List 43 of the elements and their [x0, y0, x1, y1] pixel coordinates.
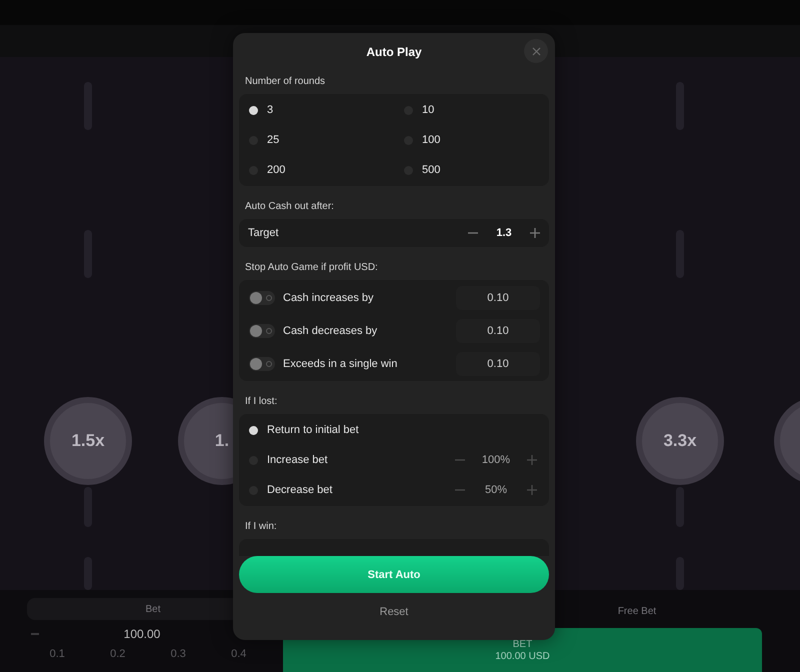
target-value[interactable]: 1.3 [492, 227, 516, 239]
amount-field[interactable]: 0.10 [456, 318, 540, 342]
toggle-switch[interactable] [249, 290, 275, 304]
section-label: Number of rounds [244, 75, 326, 89]
multiplier-label: 1. [214, 431, 230, 451]
percent-value[interactable]: 100% [479, 454, 513, 466]
rounds-option[interactable]: 200 [239, 155, 394, 185]
section-label: If I lost: [244, 395, 278, 409]
amount-field[interactable]: 0.10 [456, 352, 540, 376]
dialog-title: Auto Play [366, 45, 422, 59]
loss-option[interactable]: Decrease bet [239, 475, 455, 505]
section-label: If I win: [244, 520, 278, 534]
plus-icon[interactable] [527, 455, 537, 465]
rounds-option[interactable]: 25 [239, 125, 394, 155]
toggle-switch[interactable] [249, 356, 275, 370]
multiplier-label: 1.5x [71, 431, 105, 451]
toggle-switch[interactable] [249, 324, 275, 338]
close-icon [532, 46, 540, 56]
plus-icon[interactable] [530, 228, 540, 238]
track-segment [676, 557, 684, 590]
rounds-option[interactable]: 100 [394, 125, 549, 155]
amount-field[interactable]: 0.10 [456, 286, 540, 310]
multiplier-label: 3.3x [663, 431, 697, 451]
target-label: Target [248, 227, 280, 239]
plus-icon[interactable] [527, 485, 537, 495]
rounds-option[interactable]: 10 [394, 95, 549, 125]
rounds-option[interactable]: 3 [239, 95, 394, 125]
radio-button[interactable] [249, 106, 258, 114]
loss-option[interactable]: Increase bet [239, 445, 455, 475]
track-segment [84, 557, 92, 590]
free-bet-tab[interactable]: Free Bet [512, 600, 762, 622]
condition-label: Exceeds in a single win [283, 358, 398, 370]
condition-label: Cash increases by [283, 292, 374, 304]
loss-option[interactable]: Return to initial bet [239, 415, 537, 445]
rounds-option[interactable]: 500 [394, 155, 549, 185]
reset-button[interactable]: Reset [374, 605, 414, 619]
close-button[interactable] [524, 39, 548, 63]
radio-button[interactable] [249, 426, 258, 434]
section-label: Auto Cash out after: [244, 200, 335, 214]
percent-value[interactable]: 50% [479, 484, 513, 496]
section-label: Stop Auto Game if profit USD: [244, 261, 379, 275]
condition-label: Cash decreases by [283, 324, 378, 336]
bet-amount: 100.00 [122, 627, 162, 641]
